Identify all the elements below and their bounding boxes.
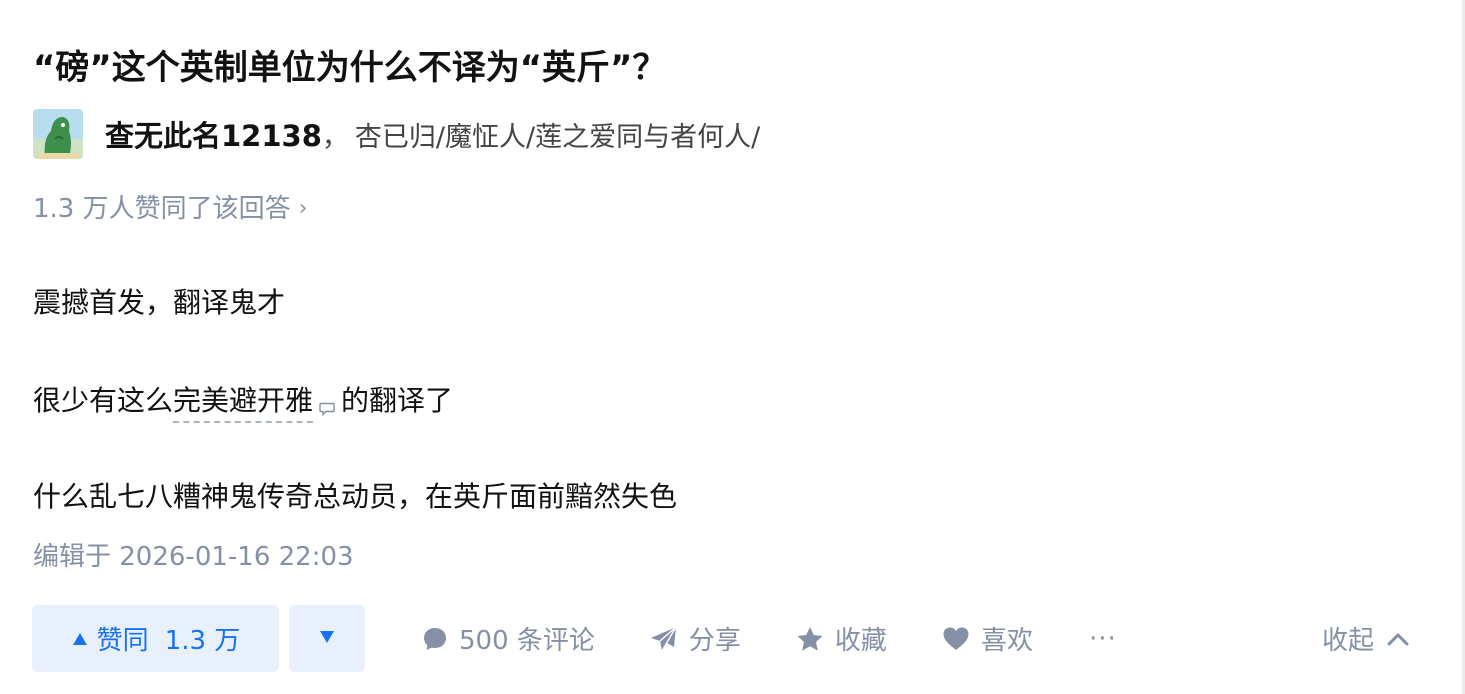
triangle-down-icon — [318, 629, 336, 649]
question-title[interactable]: “磅”这个英制单位为什么不译为“英斤”？ — [33, 40, 666, 96]
upvote-summary-text: 1.3 万人赞同了该回答 — [33, 194, 291, 224]
collapse-label: 收起 — [1321, 626, 1374, 656]
heart-icon — [943, 627, 969, 650]
upvote-count: 1.3 万 — [164, 626, 241, 656]
triangle-up-icon — [71, 624, 89, 654]
answer-text: 的翻译了 — [341, 384, 454, 417]
answer-paragraph: 什么乱七八糟神鬼传奇总动员，在英斤面前黯然失色 — [33, 480, 678, 513]
answer-text: 很少有这么 — [33, 384, 174, 417]
chevron-right-icon: › — [298, 196, 308, 221]
comment-bubble-icon[interactable] — [319, 384, 335, 417]
share-button[interactable]: 分享 — [649, 620, 741, 657]
action-bar: 赞同 1.3 万 500 条评论 分享 收藏 喜欢 ··· 收起 — [32, 605, 1432, 672]
star-icon — [797, 626, 823, 651]
answer-paragraph: 震撼首发，翻译鬼才 — [33, 286, 286, 319]
author-separator: ， — [321, 121, 349, 153]
downvote-button[interactable] — [289, 605, 365, 672]
author-bio: 杏已归/魔怔人/莲之爱同与者何人/ — [354, 121, 761, 153]
like-label: 喜欢 — [980, 626, 1033, 656]
answer-paragraph: 很少有这么完美避开雅 的翻译了 — [33, 378, 453, 424]
author-name[interactable]: 查无此名12138 — [105, 113, 322, 155]
upvote-summary[interactable]: 1.3 万人赞同了该回答 › — [33, 188, 307, 230]
author-avatar[interactable] — [33, 109, 83, 159]
more-options-icon[interactable]: ··· — [1089, 624, 1117, 654]
author-row: 查无此名12138 ， 杏已归/魔怔人/莲之爱同与者何人/ — [33, 108, 760, 160]
edited-timestamp[interactable]: 编辑于 2026-01-16 22:03 — [33, 536, 354, 578]
collapse-button[interactable]: 收起 — [1322, 605, 1410, 672]
favorite-label: 收藏 — [834, 626, 887, 656]
chevron-up-icon — [1387, 633, 1409, 645]
comment-count-label: 500 条评论 — [459, 626, 595, 656]
favorite-button[interactable]: 收藏 — [795, 620, 887, 657]
upvote-button[interactable]: 赞同 1.3 万 — [32, 605, 279, 672]
like-button[interactable]: 喜欢 — [941, 620, 1033, 657]
comment-button[interactable]: 500 条评论 — [421, 620, 595, 657]
share-label: 分享 — [688, 626, 741, 656]
upvote-label: 赞同 — [96, 626, 149, 656]
comment-icon — [424, 627, 446, 650]
annotated-phrase-link[interactable]: 完美避开雅 — [173, 384, 314, 423]
paper-plane-icon — [650, 625, 677, 651]
